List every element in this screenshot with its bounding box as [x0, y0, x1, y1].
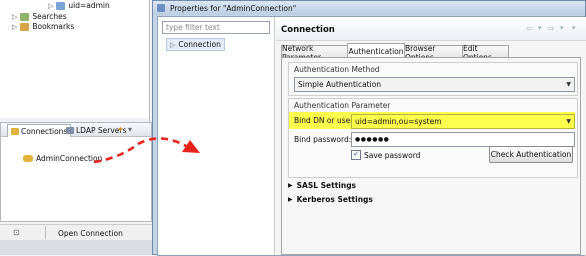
back-icon[interactable]: ⇦ [526, 24, 533, 33]
authentication-tab-content: Authentication Method Simple Authenticat… [281, 57, 581, 255]
tree-item-label: Searches [32, 12, 67, 21]
page-header: Connection ⇦ ▾ ⇨ ▾ ▾ [276, 17, 586, 41]
status-icon: ⊡ [13, 228, 20, 237]
auth-param-group: Authentication Parameter Bind DN or user… [288, 98, 578, 178]
dialog-app-icon [157, 4, 165, 12]
dialog-title: Properties for "AdminConnection" [170, 4, 297, 13]
auth-method-group: Authentication Method Simple Authenticat… [288, 62, 578, 96]
expand-icon[interactable]: ▷ [48, 2, 53, 10]
checkbox-checked-icon: ✓ [351, 150, 361, 160]
save-password-checkbox[interactable]: ✓ Save password [351, 150, 420, 160]
checkbox-label: Save password [364, 150, 421, 160]
forward-icon[interactable]: ⇨ [548, 24, 555, 33]
check-authentication-button[interactable]: Check Authentication [489, 146, 573, 163]
properties-dialog: Properties for "AdminConnection" type fi… [152, 0, 586, 256]
dialog-body: type filter text ▷ Connection Connection… [157, 16, 586, 256]
search-folder-icon [20, 12, 30, 21]
group-label: Authentication Method [294, 65, 380, 74]
connections-toolbar: ⊡ Open Connection [0, 224, 152, 240]
chevron-down-icon: ▼ [566, 118, 571, 125]
entry-icon [56, 1, 66, 10]
tab-label: Connections [21, 126, 68, 136]
chevron-down-icon: ▼ [566, 81, 571, 88]
kerberos-settings-section[interactable]: ▶ Kerberos Settings [288, 195, 373, 204]
expand-triangle-icon[interactable]: ▶ [288, 182, 293, 189]
auth-method-select[interactable]: Simple Authentication ▼ [294, 77, 575, 92]
ldap-browser-panel: ▷ uid=admin ▷ Searches ▷ Bookmarks [0, 0, 150, 118]
bind-dn-label: Bind DN or user: [294, 116, 356, 125]
expand-icon[interactable]: ▷ [12, 23, 17, 31]
view-menu-icon[interactable]: ▾ [572, 24, 576, 32]
annotation-arrow-icon [93, 137, 200, 164]
back-menu-icon[interactable]: ▾ [538, 24, 542, 32]
section-label: Kerberos Settings [296, 195, 373, 204]
tree-item-label: Bookmarks [32, 22, 75, 31]
tree-item-connection[interactable]: ▷ Connection [166, 38, 225, 51]
bind-password-field[interactable]: ●●●●●● [351, 132, 575, 147]
tree-item-label: Connection [178, 40, 221, 49]
open-connection-button[interactable]: Open Connection [58, 229, 123, 238]
connection-icon [23, 155, 33, 162]
bind-password-label: Bind password: [294, 135, 352, 144]
connections-icon [11, 127, 19, 135]
expand-icon[interactable]: ▷ [170, 41, 175, 49]
expand-triangle-icon[interactable]: ▶ [288, 196, 293, 203]
bind-dn-combo[interactable]: uid=admin,ou=system ▼ [351, 114, 575, 129]
section-label: SASL Settings [296, 181, 357, 190]
tree-item-bookmarks[interactable]: ▷ Bookmarks [12, 22, 74, 31]
tab-label: Authentication [348, 47, 404, 56]
server-icon [66, 126, 74, 134]
toolbar-divider [45, 226, 46, 239]
bottom-strip [0, 240, 152, 255]
button-label: Check Authentication [490, 150, 572, 159]
tree-item-uid-admin[interactable]: ▷ uid=admin [48, 1, 110, 10]
filter-input[interactable]: type filter text [162, 21, 270, 34]
bind-password-value: ●●●●●● [355, 136, 390, 143]
tree-item-searches[interactable]: ▷ Searches [12, 12, 67, 21]
forward-menu-icon[interactable]: ▾ [560, 24, 564, 32]
filter-placeholder: type filter text [166, 23, 220, 32]
tree-item-label: uid=admin [68, 1, 110, 10]
group-label: Authentication Parameter [294, 101, 391, 110]
sasl-settings-section[interactable]: ▶ SASL Settings [288, 181, 356, 190]
bind-dn-highlight: Bind DN or user: uid=admin,ou=system ▼ [289, 112, 575, 129]
page-title: Connection [281, 25, 335, 35]
bookmark-folder-icon [20, 22, 30, 31]
expand-icon[interactable]: ▷ [12, 13, 17, 21]
property-page: Connection ⇦ ▾ ⇨ ▾ ▾ Network Parameter A… [276, 17, 586, 255]
bind-dn-value: uid=admin,ou=system [355, 117, 442, 126]
select-value: Simple Authentication [298, 80, 382, 89]
dialog-titlebar: Properties for "AdminConnection" [153, 1, 585, 15]
tab-connections[interactable]: Connections [7, 124, 72, 137]
